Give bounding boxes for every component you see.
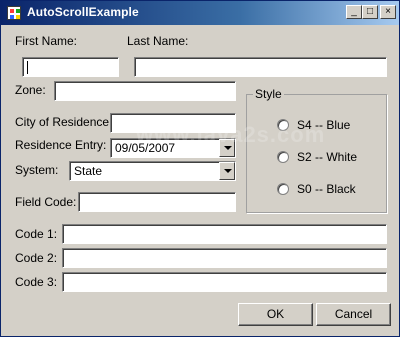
system-value: State [74,164,103,178]
style-option-label: S0 -- Black [297,182,356,196]
style-option-s2-white[interactable]: S2 -- White [277,149,357,165]
code1-field[interactable] [62,224,387,244]
field-code-field[interactable] [78,192,236,212]
last-name-field[interactable] [134,57,387,77]
zone-label: Zone: [15,83,46,97]
maximize-button[interactable]: □ [362,5,378,19]
style-option-label: S2 -- White [297,150,358,164]
city-field[interactable] [110,113,236,133]
maximize-icon: □ [366,6,374,17]
style-option-s0-black[interactable]: S0 -- Black [277,181,356,197]
code2-field[interactable] [62,248,387,268]
app-icon[interactable] [7,6,21,20]
radio-button-icon[interactable] [277,119,289,131]
code2-label: Code 2: [15,251,58,265]
close-button[interactable]: × [380,5,396,19]
radio-button-icon[interactable] [277,183,289,195]
cancel-button[interactable]: Cancel [316,303,391,326]
first-name-field[interactable] [22,57,119,77]
field-code-label: Field Code: [15,195,77,209]
style-option-label: S4 -- Blue [297,118,351,132]
style-group-title: Style [253,87,284,101]
ok-button[interactable]: OK [238,303,313,326]
close-icon: × [385,6,391,17]
system-select[interactable]: State [69,161,236,181]
app-window: AutoScrollExample _ □ × First Name: Last… [0,0,400,337]
first-name-label: First Name: [15,34,78,48]
code3-label: Code 3: [15,275,58,289]
chevron-down-icon[interactable] [219,139,235,157]
code1-label: Code 1: [15,227,58,241]
chevron-down-icon[interactable] [219,162,235,180]
residence-entry-value: 09/05/2007 [115,141,176,155]
system-label: System: [15,163,59,177]
code3-field[interactable] [62,272,387,292]
residence-entry-label: Residence Entry: [15,138,107,152]
text-caret [27,61,28,74]
minimize-button[interactable]: _ [346,5,362,19]
radio-button-icon[interactable] [277,151,289,163]
city-label: City of Residence: [15,115,113,129]
window-title: AutoScrollExample [27,5,139,19]
title-bar[interactable]: AutoScrollExample _ □ × [1,1,399,25]
style-option-s4-blue[interactable]: S4 -- Blue [277,117,350,133]
minimize-icon: _ [351,6,357,17]
last-name-label: Last Name: [127,34,189,48]
zone-field[interactable] [54,81,236,101]
residence-entry-picker[interactable]: 09/05/2007 [110,138,236,158]
